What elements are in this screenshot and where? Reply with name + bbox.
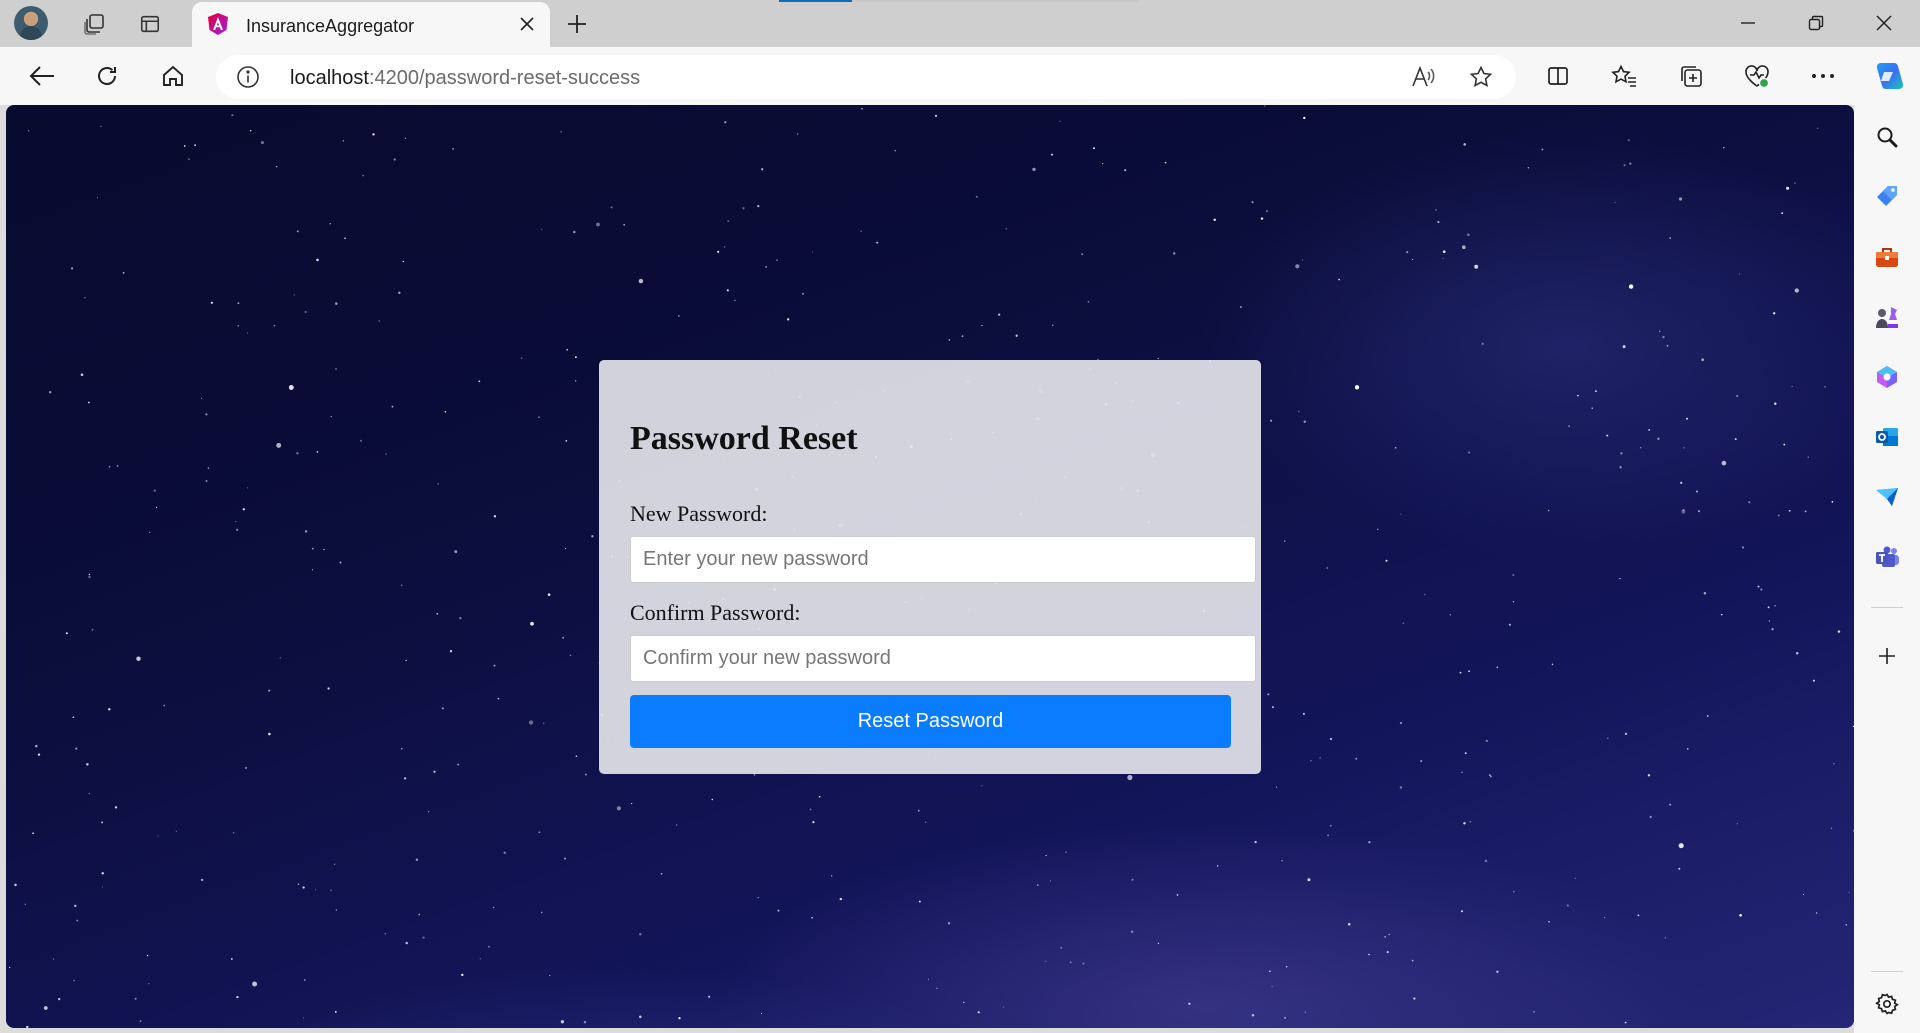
more-icon[interactable] — [1803, 56, 1843, 96]
confirm-password-label: Confirm Password: — [630, 600, 801, 625]
collections-icon[interactable] — [1671, 56, 1711, 96]
url-text[interactable]: localhost:4200/password-reset-success — [290, 67, 640, 90]
back-icon[interactable] — [22, 56, 62, 96]
outlook-icon[interactable] — [1868, 418, 1906, 456]
page-viewport: Password Reset New Password: Confirm Pas… — [6, 105, 1854, 1028]
tab-actions-icon[interactable] — [132, 7, 168, 41]
url-host: localhost — [290, 67, 369, 89]
address-bar[interactable]: localhost:4200/password-reset-success — [216, 55, 1516, 99]
browser-toolbar: localhost:4200/password-reset-success — [0, 47, 1920, 105]
teams-icon[interactable] — [1868, 538, 1906, 576]
edge-sidebar — [1854, 105, 1920, 1033]
angular-favicon-icon — [208, 13, 228, 35]
tab-title: InsuranceAggregator — [246, 16, 415, 36]
read-aloud-icon[interactable] — [1408, 63, 1438, 91]
sidebar-divider-bottom — [1871, 971, 1903, 972]
refresh-icon[interactable] — [87, 56, 127, 96]
microsoft-365-icon[interactable] — [1868, 358, 1906, 396]
new-password-label: New Password: — [630, 501, 768, 526]
add-icon[interactable] — [1868, 637, 1906, 675]
workspaces-icon[interactable] — [76, 7, 112, 41]
split-screen-icon[interactable] — [1538, 56, 1578, 96]
browser-tab-active[interactable]: InsuranceAggregator — [192, 2, 550, 47]
shopping-icon[interactable] — [1868, 178, 1906, 216]
tools-icon[interactable] — [1868, 238, 1906, 276]
sidebar-divider — [1871, 607, 1903, 608]
copilot-icon[interactable] — [1868, 56, 1908, 96]
favorites-icon[interactable] — [1604, 56, 1644, 96]
url-path: :4200/password-reset-success — [368, 67, 641, 89]
tab-strip: InsuranceAggregator — [0, 0, 1920, 47]
profile-avatar[interactable] — [14, 6, 48, 40]
new-tab-icon[interactable] — [560, 7, 594, 41]
browser-essentials-icon[interactable] — [1737, 56, 1777, 96]
home-icon[interactable] — [153, 56, 193, 96]
confirm-password-input[interactable] — [630, 635, 1256, 682]
page-title: Password Reset — [630, 420, 858, 457]
password-reset-card: Password Reset New Password: Confirm Pas… — [599, 360, 1261, 774]
close-window-icon[interactable] — [1850, 0, 1918, 46]
reset-password-button[interactable]: Reset Password — [630, 695, 1231, 748]
tab-close-icon[interactable] — [514, 11, 540, 37]
minimize-icon[interactable] — [1714, 0, 1782, 46]
new-password-input[interactable] — [630, 536, 1256, 583]
drop-icon[interactable] — [1868, 478, 1906, 516]
settings-icon[interactable] — [1868, 985, 1906, 1023]
restore-icon[interactable] — [1782, 0, 1850, 46]
favorite-star-icon[interactable] — [1466, 63, 1496, 91]
search-icon[interactable] — [1868, 118, 1906, 156]
info-icon[interactable] — [236, 65, 260, 89]
games-icon[interactable] — [1868, 298, 1906, 336]
page-load-progress — [779, 0, 1139, 2]
